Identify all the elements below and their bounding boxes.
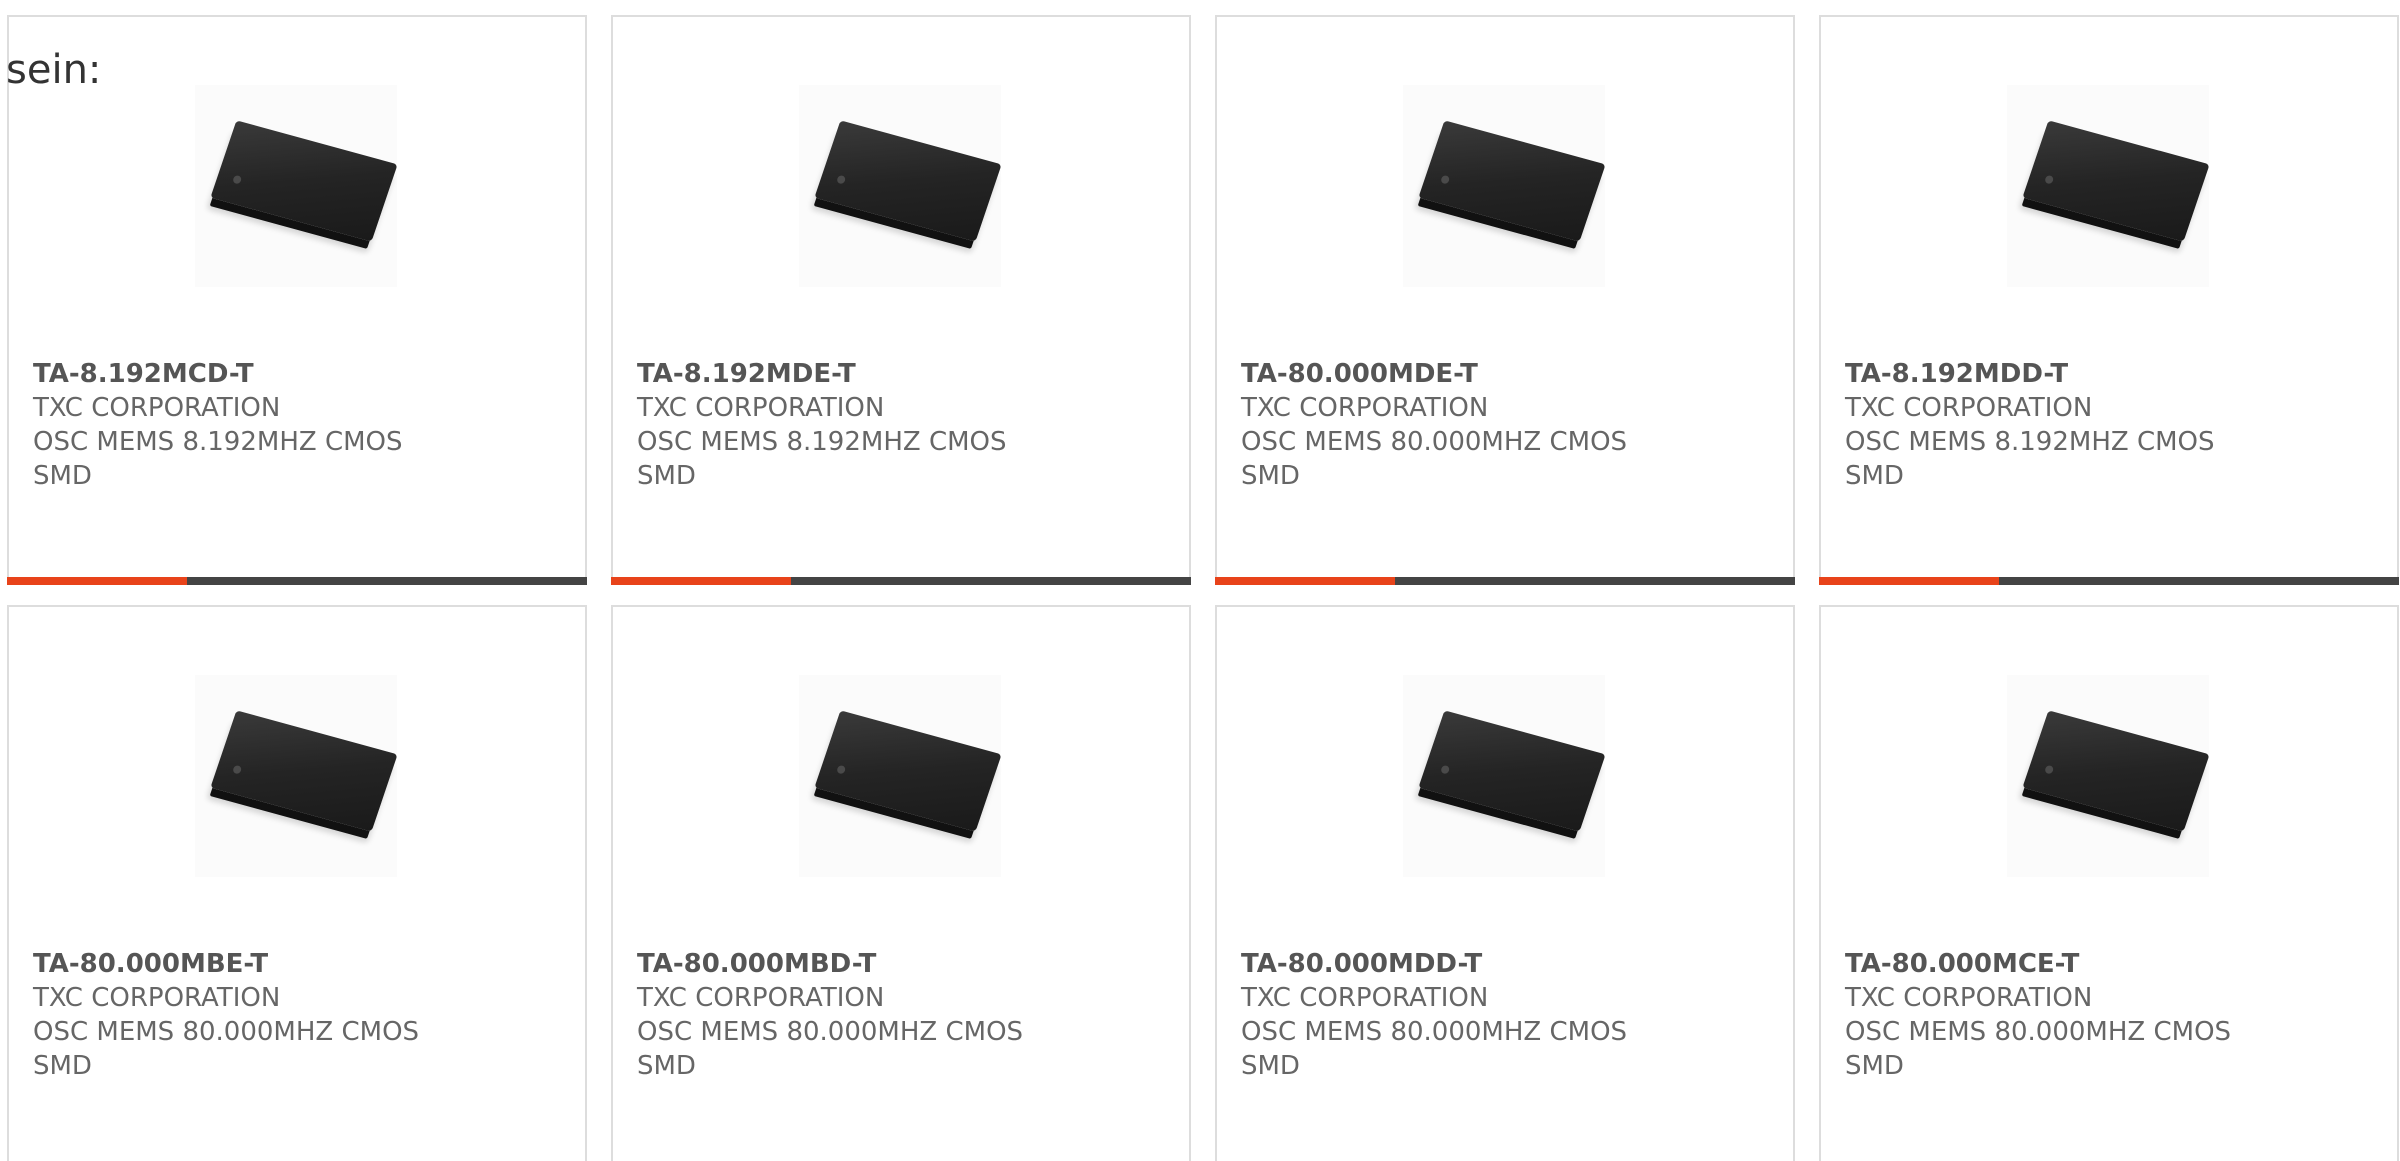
smd-chip-image xyxy=(2022,120,2210,242)
product-info: TA-80.000MBD-T TXC CORPORATION OSC MEMS … xyxy=(637,947,1057,1083)
product-info: TA-80.000MCE-T TXC CORPORATION OSC MEMS … xyxy=(1845,947,2265,1083)
product-card[interactable]: TA-80.000MBD-T TXC CORPORATION OSC MEMS … xyxy=(611,605,1191,1161)
smd-chip-image xyxy=(814,120,1002,242)
product-manufacturer: TXC CORPORATION xyxy=(1845,983,2093,1013)
product-card[interactable]: TA-80.000MDE-T TXC CORPORATION OSC MEMS … xyxy=(1215,15,1795,585)
product-part-number[interactable]: TA-8.192MCD-T xyxy=(33,357,453,391)
product-card[interactable]: TA-8.192MDE-T TXC CORPORATION OSC MEMS 8… xyxy=(611,15,1191,585)
product-image[interactable] xyxy=(195,85,398,287)
card-progress-fill xyxy=(611,577,791,585)
product-description: OSC MEMS 80.000MHZ CMOS SMD xyxy=(637,1017,1024,1081)
product-image[interactable] xyxy=(2007,675,2210,877)
product-description: OSC MEMS 80.000MHZ CMOS SMD xyxy=(33,1017,420,1081)
product-image[interactable] xyxy=(195,675,398,877)
product-manufacturer: TXC CORPORATION xyxy=(637,983,885,1013)
product-manufacturer: TXC CORPORATION xyxy=(33,393,281,423)
product-card[interactable]: TA-80.000MBE-T TXC CORPORATION OSC MEMS … xyxy=(7,605,587,1161)
product-part-number[interactable]: TA-80.000MDD-T xyxy=(1241,947,1661,981)
product-card[interactable]: TA-80.000MDD-T TXC CORPORATION OSC MEMS … xyxy=(1215,605,1795,1161)
card-progress-bar xyxy=(611,577,1191,585)
product-image[interactable] xyxy=(1403,85,1606,287)
product-part-number[interactable]: TA-8.192MDD-T xyxy=(1845,357,2265,391)
product-info: TA-8.192MCD-T TXC CORPORATION OSC MEMS 8… xyxy=(33,357,453,493)
product-grid: TA-8.192MCD-T TXC CORPORATION OSC MEMS 8… xyxy=(0,0,2400,1161)
product-description: OSC MEMS 8.192MHZ CMOS SMD xyxy=(33,427,403,491)
product-manufacturer: TXC CORPORATION xyxy=(33,983,281,1013)
product-grid-page: sein: TA-8.192MCD-T TXC CORPORATION OSC … xyxy=(0,0,2400,1161)
product-card[interactable]: TA-8.192MCD-T TXC CORPORATION OSC MEMS 8… xyxy=(7,15,587,585)
card-progress-bar xyxy=(7,577,587,585)
smd-chip-image xyxy=(1418,710,1606,832)
card-progress-bar xyxy=(1215,577,1795,585)
product-part-number[interactable]: TA-8.192MDE-T xyxy=(637,357,1057,391)
product-description: OSC MEMS 80.000MHZ CMOS SMD xyxy=(1241,427,1628,491)
product-description: OSC MEMS 80.000MHZ CMOS SMD xyxy=(1845,1017,2232,1081)
product-info: TA-8.192MDE-T TXC CORPORATION OSC MEMS 8… xyxy=(637,357,1057,493)
product-image[interactable] xyxy=(799,85,1002,287)
product-card[interactable]: TA-80.000MCE-T TXC CORPORATION OSC MEMS … xyxy=(1819,605,2399,1161)
smd-chip-image xyxy=(814,710,1002,832)
smd-chip-image xyxy=(1418,120,1606,242)
card-progress-fill xyxy=(1819,577,1999,585)
product-description: OSC MEMS 8.192MHZ CMOS SMD xyxy=(1845,427,2215,491)
smd-chip-image xyxy=(210,710,398,832)
product-image[interactable] xyxy=(799,675,1002,877)
product-part-number[interactable]: TA-80.000MBD-T xyxy=(637,947,1057,981)
product-image[interactable] xyxy=(2007,85,2210,287)
product-image[interactable] xyxy=(1403,675,1606,877)
product-info: TA-80.000MDE-T TXC CORPORATION OSC MEMS … xyxy=(1241,357,1661,493)
card-progress-fill xyxy=(1215,577,1395,585)
product-info: TA-80.000MBE-T TXC CORPORATION OSC MEMS … xyxy=(33,947,453,1083)
card-progress-bar xyxy=(1819,577,2399,585)
product-info: TA-8.192MDD-T TXC CORPORATION OSC MEMS 8… xyxy=(1845,357,2265,493)
product-card[interactable]: TA-8.192MDD-T TXC CORPORATION OSC MEMS 8… xyxy=(1819,15,2399,585)
product-manufacturer: TXC CORPORATION xyxy=(637,393,885,423)
product-part-number[interactable]: TA-80.000MDE-T xyxy=(1241,357,1661,391)
intro-text: sein: xyxy=(6,47,102,93)
product-description: OSC MEMS 8.192MHZ CMOS SMD xyxy=(637,427,1007,491)
product-part-number[interactable]: TA-80.000MBE-T xyxy=(33,947,453,981)
card-progress-fill xyxy=(7,577,187,585)
product-manufacturer: TXC CORPORATION xyxy=(1241,983,1489,1013)
smd-chip-image xyxy=(2022,710,2210,832)
product-manufacturer: TXC CORPORATION xyxy=(1845,393,2093,423)
product-part-number[interactable]: TA-80.000MCE-T xyxy=(1845,947,2265,981)
product-description: OSC MEMS 80.000MHZ CMOS SMD xyxy=(1241,1017,1628,1081)
product-manufacturer: TXC CORPORATION xyxy=(1241,393,1489,423)
smd-chip-image xyxy=(210,120,398,242)
product-info: TA-80.000MDD-T TXC CORPORATION OSC MEMS … xyxy=(1241,947,1661,1083)
